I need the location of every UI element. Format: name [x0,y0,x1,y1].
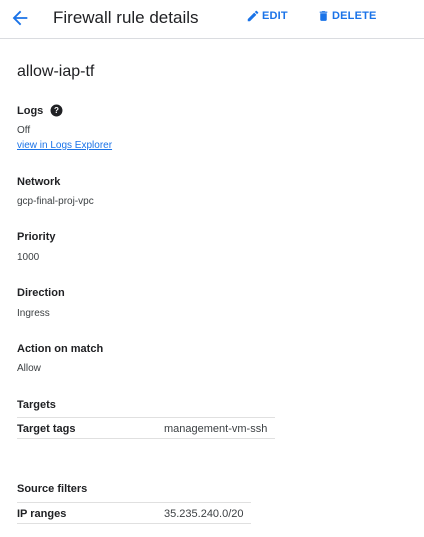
svg-text:?: ? [54,106,59,115]
ip-ranges-key: IP ranges [17,508,67,520]
ip-ranges-row: IP ranges 35.235.240.0/20 [17,502,251,524]
source-filters-label: Source filters [17,483,88,495]
page-header: Firewall rule details EDIT DELETE [0,0,424,39]
direction-label: Direction [17,287,65,299]
logs-label: Logs [17,105,44,117]
edit-button-label: EDIT [262,10,288,22]
pencil-icon [247,10,259,22]
targets-label: Targets [17,399,56,411]
action-on-match-label: Action on match [17,343,104,355]
action-on-match-value: Allow [17,363,41,374]
priority-label: Priority [17,231,56,243]
delete-button[interactable]: DELETE [317,9,377,23]
target-tags-row: Target tags management-vm-ssh [17,417,275,439]
network-label: Network [17,176,61,188]
trash-icon [319,11,328,21]
target-tags-value: management-vm-ssh [164,423,268,435]
priority-value: 1000 [17,252,40,263]
delete-button-label: DELETE [332,10,377,22]
back-button[interactable] [9,7,31,29]
target-tags-key: Target tags [17,423,76,435]
direction-value: Ingress [17,308,50,319]
help-icon[interactable]: ? [50,104,63,117]
page-title: Firewall rule details [53,8,199,27]
edit-button[interactable]: EDIT [246,9,288,23]
logs-value: Off [17,125,31,136]
arrow-back-icon [12,10,28,26]
ip-ranges-value: 35.235.240.0/20 [164,508,244,520]
rule-name: allow-iap-tf [17,63,95,80]
network-value: gcp-final-proj-vpc [17,196,94,207]
view-logs-explorer-link[interactable]: view in Logs Explorer [17,140,112,151]
